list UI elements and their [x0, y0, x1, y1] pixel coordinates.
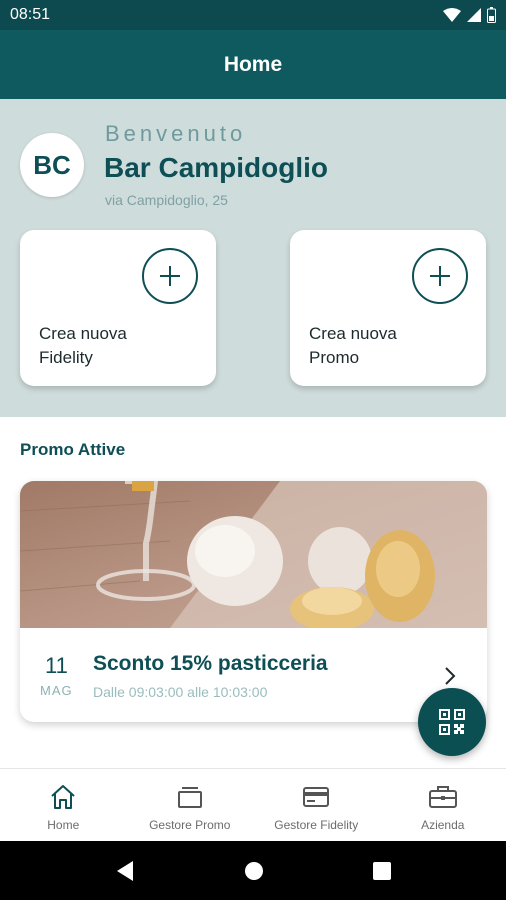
status-icons [443, 7, 496, 23]
recents-icon[interactable] [373, 861, 392, 880]
create-promo-label: Crea nuova Promo [309, 324, 397, 367]
home-icon [51, 785, 75, 809]
bottom-navigation: Home Gestore Promo Gestore Fidelity Azie… [0, 768, 506, 841]
business-address: via Campidoglio, 25 [105, 192, 228, 208]
create-promo-button[interactable]: Crea nuova Promo [290, 230, 486, 386]
app-bar: Home [0, 30, 506, 99]
status-bar: 08:51 [0, 0, 506, 30]
battery-icon [487, 7, 496, 23]
nav-label-home: Home [47, 818, 80, 832]
status-time: 08:51 [10, 6, 51, 23]
promo-card[interactable]: 11 MAG Sconto 15% pasticceria Dalle 09:0… [20, 481, 487, 722]
plus-icon [142, 248, 198, 304]
business-name: Bar Campidoglio [104, 152, 329, 183]
home-circle-icon[interactable] [244, 861, 264, 881]
promo-title: Sconto 15% pasticceria [93, 652, 328, 675]
promo-day: 11 [45, 653, 68, 678]
qr-code-button[interactable] [418, 688, 486, 756]
welcome-text: Benvenuto [105, 121, 247, 146]
back-icon[interactable] [115, 860, 135, 882]
signal-icon [467, 8, 481, 22]
nav-item-home[interactable]: Home [0, 769, 127, 841]
nav-item-promo[interactable]: Gestore Promo [127, 769, 254, 841]
briefcase-icon [428, 786, 457, 808]
wifi-icon [443, 8, 461, 22]
page-title: Home [223, 52, 283, 76]
welcome-header: BC Benvenuto Bar Campidoglio via Campido… [0, 99, 506, 417]
nav-label-azienda: Azienda [421, 818, 465, 832]
nav-label-promo: Gestore Promo [149, 818, 231, 832]
nav-item-fidelity[interactable]: Gestore Fidelity [253, 769, 380, 841]
create-fidelity-label: Crea nuova Fidelity [39, 324, 127, 367]
plus-icon [412, 248, 468, 304]
nav-label-fidelity: Gestore Fidelity [274, 818, 359, 832]
promo-icon [177, 787, 202, 808]
promo-time: Dalle 09:03:00 alle 10:03:00 [93, 684, 268, 700]
promo-month: MAG [40, 683, 73, 698]
nav-item-azienda[interactable]: Azienda [380, 769, 506, 841]
promo-image [20, 481, 487, 628]
create-fidelity-button[interactable]: Crea nuova Fidelity [20, 230, 216, 386]
avatar[interactable]: BC [20, 133, 84, 197]
qr-code-icon [439, 709, 465, 735]
system-navigation-bar [0, 841, 506, 900]
card-icon [303, 787, 330, 807]
section-title-active-promos: Promo Attive [20, 440, 126, 459]
chevron-right-icon[interactable] [443, 665, 457, 687]
